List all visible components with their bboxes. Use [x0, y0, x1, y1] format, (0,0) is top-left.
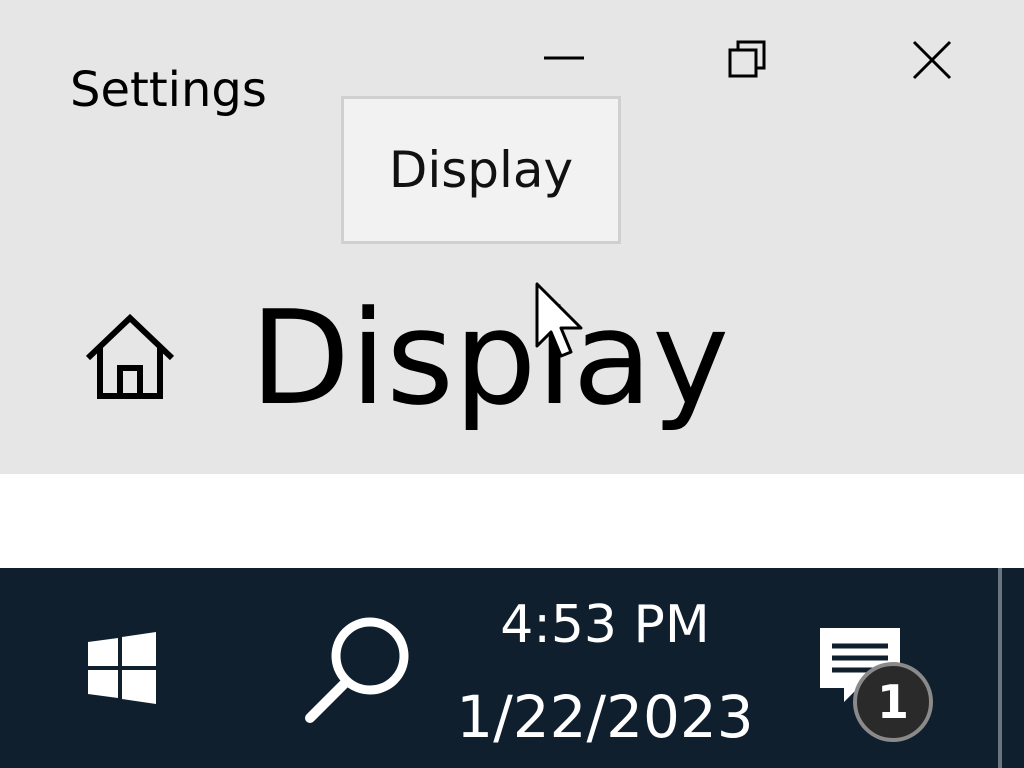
clock-date: 1/22/2023	[456, 683, 754, 751]
tooltip: Display	[341, 96, 621, 244]
taskbar-clock[interactable]: 4:53 PM 1/22/2023	[440, 590, 770, 752]
minimize-icon	[544, 56, 584, 60]
windows-logo-icon	[88, 632, 156, 704]
notification-badge: 1	[853, 662, 933, 742]
page-title: Display	[250, 282, 730, 434]
settings-window: Settings Display Display	[0, 0, 1024, 474]
restore-icon	[728, 40, 766, 78]
show-desktop-divider[interactable]	[998, 568, 1002, 768]
close-icon	[912, 40, 952, 80]
home-icon	[85, 313, 175, 399]
home-button[interactable]	[82, 308, 178, 404]
mouse-cursor-icon	[535, 282, 583, 358]
search-icon	[305, 617, 409, 723]
start-button[interactable]	[82, 628, 162, 708]
content-area	[0, 474, 1024, 568]
search-button[interactable]	[300, 610, 420, 730]
app-title: Settings	[70, 62, 267, 118]
clock-time: 4:53 PM	[500, 595, 710, 655]
minimize-button[interactable]	[524, 20, 604, 100]
close-button[interactable]	[892, 20, 972, 100]
restore-button[interactable]	[708, 20, 788, 100]
